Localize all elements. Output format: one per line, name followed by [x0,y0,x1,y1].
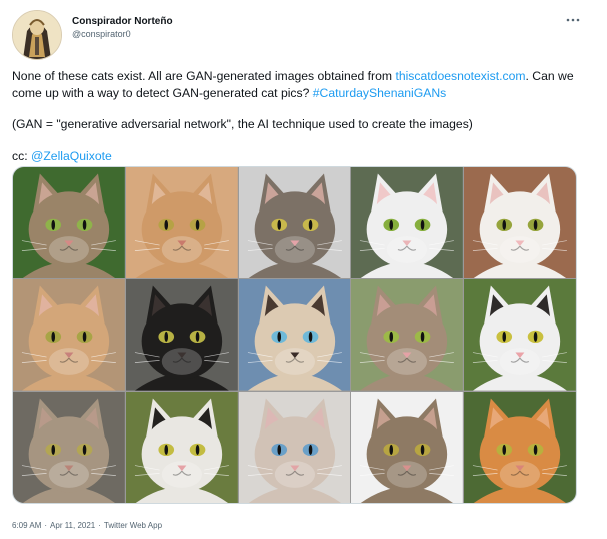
cat-photo [125,167,238,279]
tweet-source: Twitter Web App [103,521,163,530]
author-name[interactable]: Conspirador Norteño [72,16,173,28]
tweet-date[interactable]: Apr 11, 2021 [50,521,95,530]
tweet-text-span: cc: [12,148,31,163]
cat-photo [125,391,238,503]
tweet-text: None of these cats exist. All are GAN-ge… [12,68,577,179]
more-button[interactable] [565,12,581,28]
cat-photo [351,391,464,503]
cat-photo [238,391,351,503]
cat-photo [464,279,576,391]
tweet-text-span: None of these cats exist. All are GAN-ge… [12,69,396,83]
cat-photo [125,279,238,391]
tweet-paragraph-2: (GAN = "generative adversarial network",… [12,117,473,131]
cat-photo [351,167,464,279]
tweet-image-grid[interactable] [12,166,577,504]
cat-photo [13,279,125,391]
avatar-image [13,11,61,59]
mention-link[interactable]: @ZellaQuixote [31,149,112,163]
cat-photo [13,167,125,279]
avatar[interactable] [12,10,62,60]
hashtag-link[interactable]: #CaturdayShenaniGANs [313,86,446,100]
cat-photo [464,391,576,503]
separator-dot: · [98,521,101,530]
site-link[interactable]: thiscatdoesnotexist.com [395,69,525,83]
separator-dot: · [44,521,48,530]
cat-photo [238,167,351,279]
cat-photo [13,391,125,503]
author-handle[interactable]: @conspirator0 [72,29,131,40]
tweet-paragraph-3: cc: @ZellaQuixote [12,148,577,165]
tweet-paragraph-1: None of these cats exist. All are GAN-ge… [12,68,577,101]
timestamp: 6:09 AM · Apr 11, 2021 · Twitter Web App [12,521,162,530]
more-horizontal-icon [566,18,580,22]
tweet-time[interactable]: 6:09 AM [12,521,41,530]
cat-photo [351,279,464,391]
cat-photo [464,167,576,279]
cat-photo [238,279,351,391]
